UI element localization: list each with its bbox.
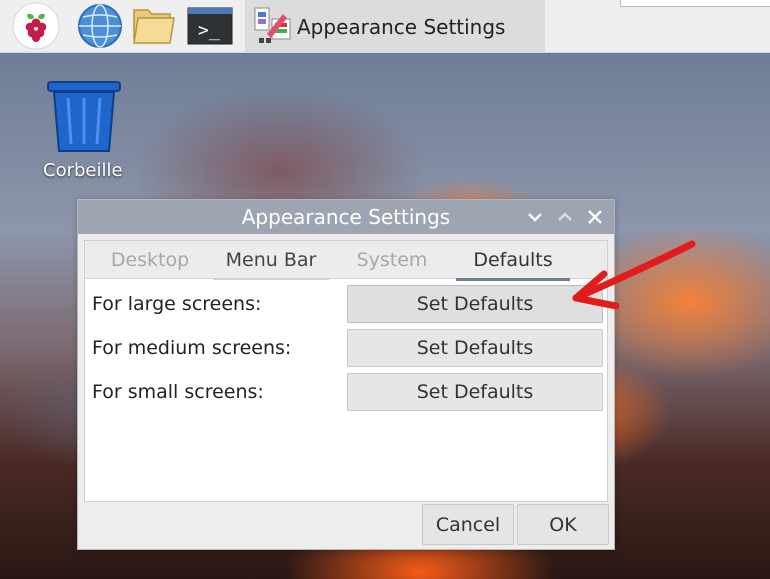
close-button[interactable] — [584, 206, 606, 228]
task-label: Appearance Settings — [297, 15, 506, 39]
terminal-button[interactable]: >_ — [186, 4, 234, 48]
globe-icon — [78, 4, 122, 48]
maximize-button[interactable] — [554, 206, 576, 228]
raspberry-pi-menu-button[interactable] — [12, 2, 60, 50]
close-icon — [588, 210, 602, 224]
set-defaults-small-button[interactable]: Set Defaults — [347, 373, 603, 411]
taskbar: >_ Appearance Settings — [0, 0, 770, 53]
set-defaults-medium-button[interactable]: Set Defaults — [347, 329, 603, 367]
tab-system[interactable]: System — [327, 241, 457, 278]
large-screens-label: For large screens: — [92, 293, 262, 315]
tab-desktop[interactable]: Desktop — [85, 241, 215, 278]
window-titlebar[interactable]: Appearance Settings — [78, 200, 614, 234]
small-screens-label: For small screens: — [92, 381, 264, 403]
terminal-prompt: >_ — [198, 20, 220, 41]
chevron-down-icon — [528, 213, 542, 222]
folder-icon — [133, 9, 175, 44]
chevron-up-icon — [558, 212, 572, 221]
appearance-settings-window: Appearance Settings Desktop Menu Bar Sys… — [77, 199, 615, 550]
settings-notebook: Desktop Menu Bar System Defaults For lar… — [84, 240, 608, 502]
medium-screens-label: For medium screens: — [92, 337, 292, 359]
red-arrow-annotation — [572, 240, 696, 310]
web-browser-button[interactable] — [76, 4, 124, 48]
trash-icon — [47, 81, 121, 152]
status-area — [620, 0, 770, 7]
file-manager-button[interactable] — [130, 4, 178, 48]
raspberry-pi-icon — [12, 2, 60, 50]
tab-menu-bar[interactable]: Menu Bar — [213, 241, 329, 280]
minimize-button[interactable] — [524, 206, 546, 228]
cancel-button[interactable]: Cancel — [422, 504, 514, 545]
trash-label: Corbeille — [43, 160, 123, 181]
appearance-settings-icon — [254, 7, 291, 43]
task-button-appearance-settings[interactable]: Appearance Settings — [245, 0, 545, 52]
ok-button[interactable]: OK — [517, 504, 609, 545]
tab-strip: Desktop Menu Bar System Defaults — [85, 241, 607, 281]
